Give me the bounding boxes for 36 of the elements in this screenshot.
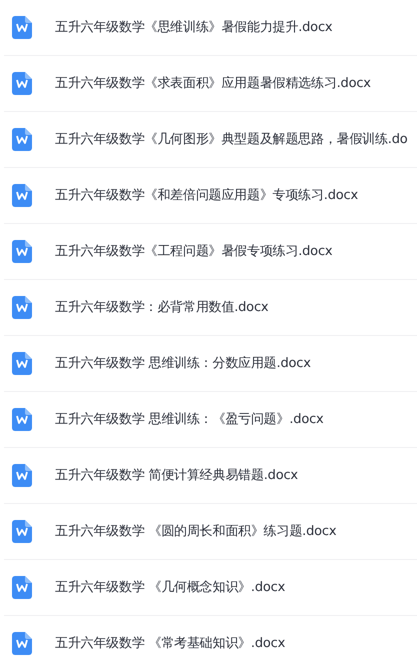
file-row[interactable]: 五升六年级数学《工程问题》暑假专项练习.docx — [4, 224, 417, 280]
file-name: 五升六年级数学《工程问题》暑假专项练习.docx — [55, 242, 332, 261]
word-document-icon — [12, 16, 32, 39]
word-document-icon — [12, 184, 32, 207]
file-row[interactable]: 五升六年级数学《几何图形》典型题及解题思路，暑假训练.do — [4, 112, 417, 168]
file-name: 五升六年级数学 思维训练：分数应用题.docx — [55, 354, 311, 373]
file-row[interactable]: 五升六年级数学《和差倍问题应用题》专项练习.docx — [4, 168, 417, 224]
word-document-icon — [12, 408, 32, 431]
file-row[interactable]: 五升六年级数学 简便计算经典易错题.docx — [4, 448, 417, 504]
file-row[interactable]: 五升六年级数学《求表面积》应用题暑假精选练习.docx — [4, 56, 417, 112]
word-document-icon — [12, 632, 32, 655]
word-document-icon — [12, 296, 32, 319]
word-document-icon — [12, 464, 32, 487]
file-row[interactable]: 五升六年级数学 《几何概念知识》.docx — [4, 560, 417, 616]
word-document-icon — [12, 520, 32, 543]
word-document-icon — [12, 240, 32, 263]
file-row[interactable]: 五升六年级数学 思维训练：《盈亏问题》.docx — [4, 392, 417, 448]
file-name: 五升六年级数学《思维训练》暑假能力提升.docx — [55, 18, 332, 37]
file-row[interactable]: 五升六年级数学 《常考基础知识》.docx — [4, 616, 417, 665]
file-name: 五升六年级数学：必背常用数值.docx — [55, 298, 268, 317]
word-document-icon — [12, 128, 32, 151]
file-name: 五升六年级数学《求表面积》应用题暑假精选练习.docx — [55, 74, 371, 93]
file-row[interactable]: 五升六年级数学 思维训练：分数应用题.docx — [4, 336, 417, 392]
file-name: 五升六年级数学 《圆的周长和面积》练习题.docx — [55, 522, 336, 541]
file-name: 五升六年级数学《和差倍问题应用题》专项练习.docx — [55, 186, 358, 205]
file-name: 五升六年级数学 简便计算经典易错题.docx — [55, 466, 298, 485]
file-row[interactable]: 五升六年级数学《思维训练》暑假能力提升.docx — [4, 0, 417, 56]
file-row[interactable]: 五升六年级数学 《圆的周长和面积》练习题.docx — [4, 504, 417, 560]
file-name: 五升六年级数学 思维训练：《盈亏问题》.docx — [55, 410, 324, 429]
word-document-icon — [12, 72, 32, 95]
word-document-icon — [12, 352, 32, 375]
word-document-icon — [12, 576, 32, 599]
file-name: 五升六年级数学《几何图形》典型题及解题思路，暑假训练.do — [55, 130, 408, 149]
file-row[interactable]: 五升六年级数学：必背常用数值.docx — [4, 280, 417, 336]
file-name: 五升六年级数学 《几何概念知识》.docx — [55, 578, 286, 597]
file-name: 五升六年级数学 《常考基础知识》.docx — [55, 634, 286, 653]
